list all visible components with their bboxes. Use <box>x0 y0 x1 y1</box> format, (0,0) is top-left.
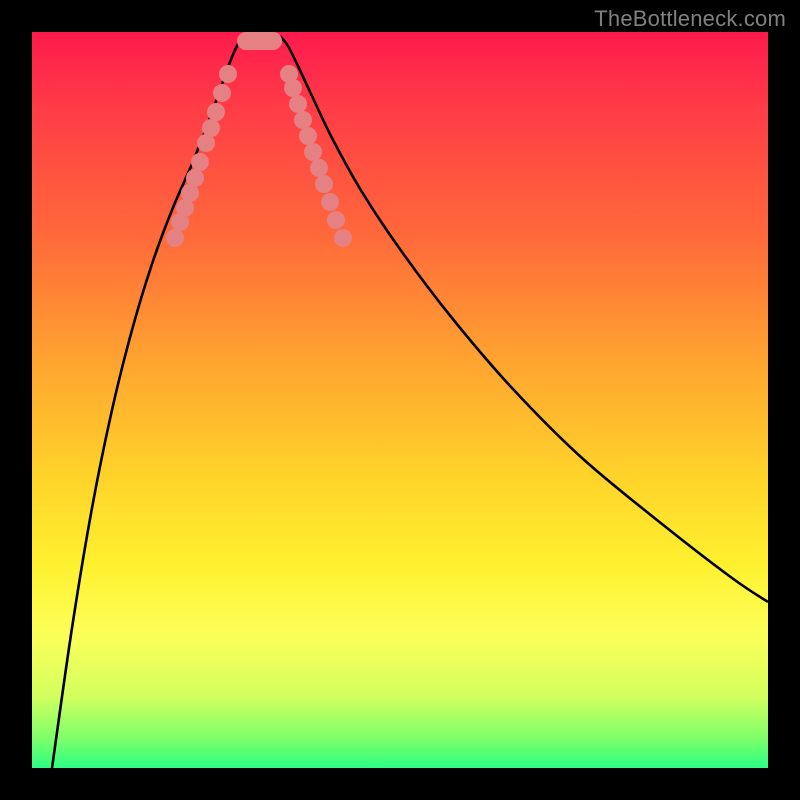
plot-area <box>32 32 768 768</box>
data-marker <box>304 143 322 161</box>
data-marker <box>191 153 209 171</box>
chart-frame: TheBottleneck.com <box>0 0 800 800</box>
data-marker <box>207 103 225 121</box>
data-marker <box>327 211 345 229</box>
data-marker <box>315 175 333 193</box>
data-marker <box>213 84 231 102</box>
markers-left <box>166 65 237 247</box>
data-marker <box>289 95 307 113</box>
data-marker <box>186 169 204 187</box>
data-marker <box>219 65 237 83</box>
data-marker <box>166 229 184 247</box>
watermark-text: TheBottleneck.com <box>594 6 786 32</box>
curve-right <box>280 36 768 602</box>
valley-capsule <box>237 32 282 50</box>
chart-svg <box>32 32 768 768</box>
data-marker <box>310 159 328 177</box>
data-marker <box>294 111 312 129</box>
data-marker <box>299 127 317 145</box>
curve-left <box>52 36 244 768</box>
data-marker <box>321 193 339 211</box>
data-marker <box>334 229 352 247</box>
data-marker <box>202 119 220 137</box>
data-marker <box>284 79 302 97</box>
